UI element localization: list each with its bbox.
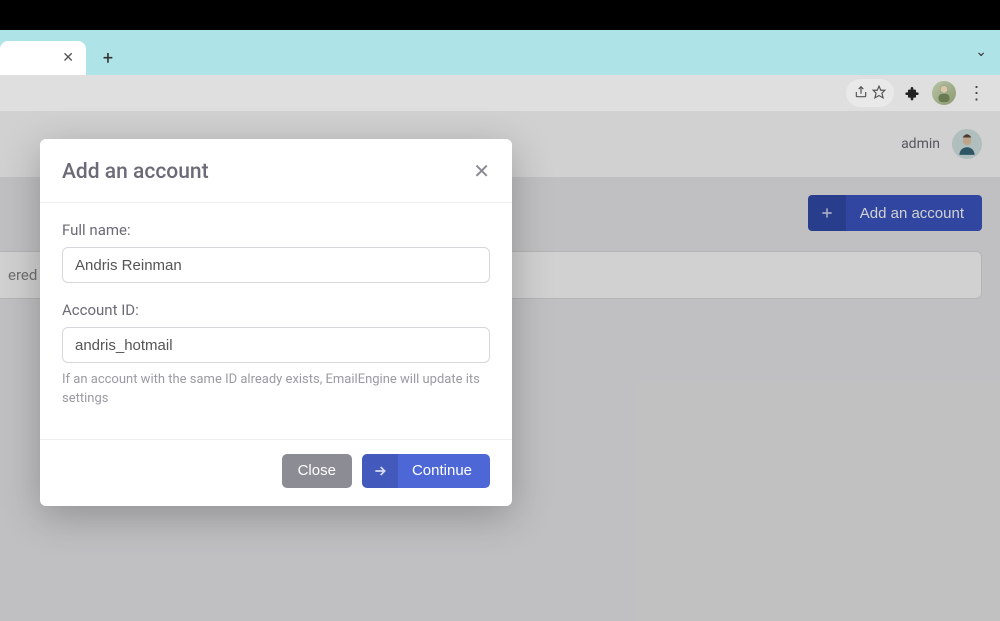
- browser-tabs-bar: ✕ + ⌄: [0, 30, 1000, 75]
- star-icon[interactable]: [872, 84, 886, 103]
- modal-header: Add an account ✕: [40, 139, 512, 203]
- close-button-label: Close: [298, 462, 336, 479]
- fullname-input[interactable]: [62, 247, 490, 283]
- fullname-label: Full name:: [62, 221, 490, 239]
- arrow-right-icon: [362, 454, 398, 488]
- new-tab-button[interactable]: +: [94, 44, 122, 72]
- browser-toolbar: ⋮: [0, 75, 1000, 111]
- close-tab-icon[interactable]: ✕: [62, 50, 74, 66]
- modal-footer: Close Continue: [40, 439, 512, 506]
- continue-button-label: Continue: [412, 462, 472, 479]
- add-account-modal: Add an account ✕ Full name: Account ID: …: [40, 139, 512, 506]
- close-button[interactable]: Close: [282, 454, 352, 488]
- tabs-overflow-button[interactable]: ⌄: [975, 44, 987, 60]
- profile-avatar[interactable]: [930, 79, 958, 107]
- modal-close-button[interactable]: ✕: [473, 159, 490, 184]
- modal-body: Full name: Account ID: If an account wit…: [40, 203, 512, 439]
- share-star-group: [846, 79, 894, 107]
- share-icon[interactable]: [854, 84, 868, 103]
- close-icon: ✕: [473, 161, 490, 183]
- extensions-icon[interactable]: [898, 79, 926, 107]
- continue-button[interactable]: Continue: [362, 454, 490, 488]
- account-id-field-group: Account ID: If an account with the same …: [62, 301, 490, 409]
- modal-overlay: Add an account ✕ Full name: Account ID: …: [0, 111, 1000, 621]
- account-id-label: Account ID:: [62, 301, 490, 319]
- account-id-help-text: If an account with the same ID already e…: [62, 371, 490, 409]
- browser-tab[interactable]: ✕: [0, 41, 86, 75]
- modal-title: Add an account: [62, 160, 209, 184]
- fullname-field-group: Full name:: [62, 221, 490, 283]
- browser-menu-icon[interactable]: ⋮: [962, 79, 990, 107]
- browser-window-top: [0, 0, 1000, 30]
- account-id-input[interactable]: [62, 327, 490, 363]
